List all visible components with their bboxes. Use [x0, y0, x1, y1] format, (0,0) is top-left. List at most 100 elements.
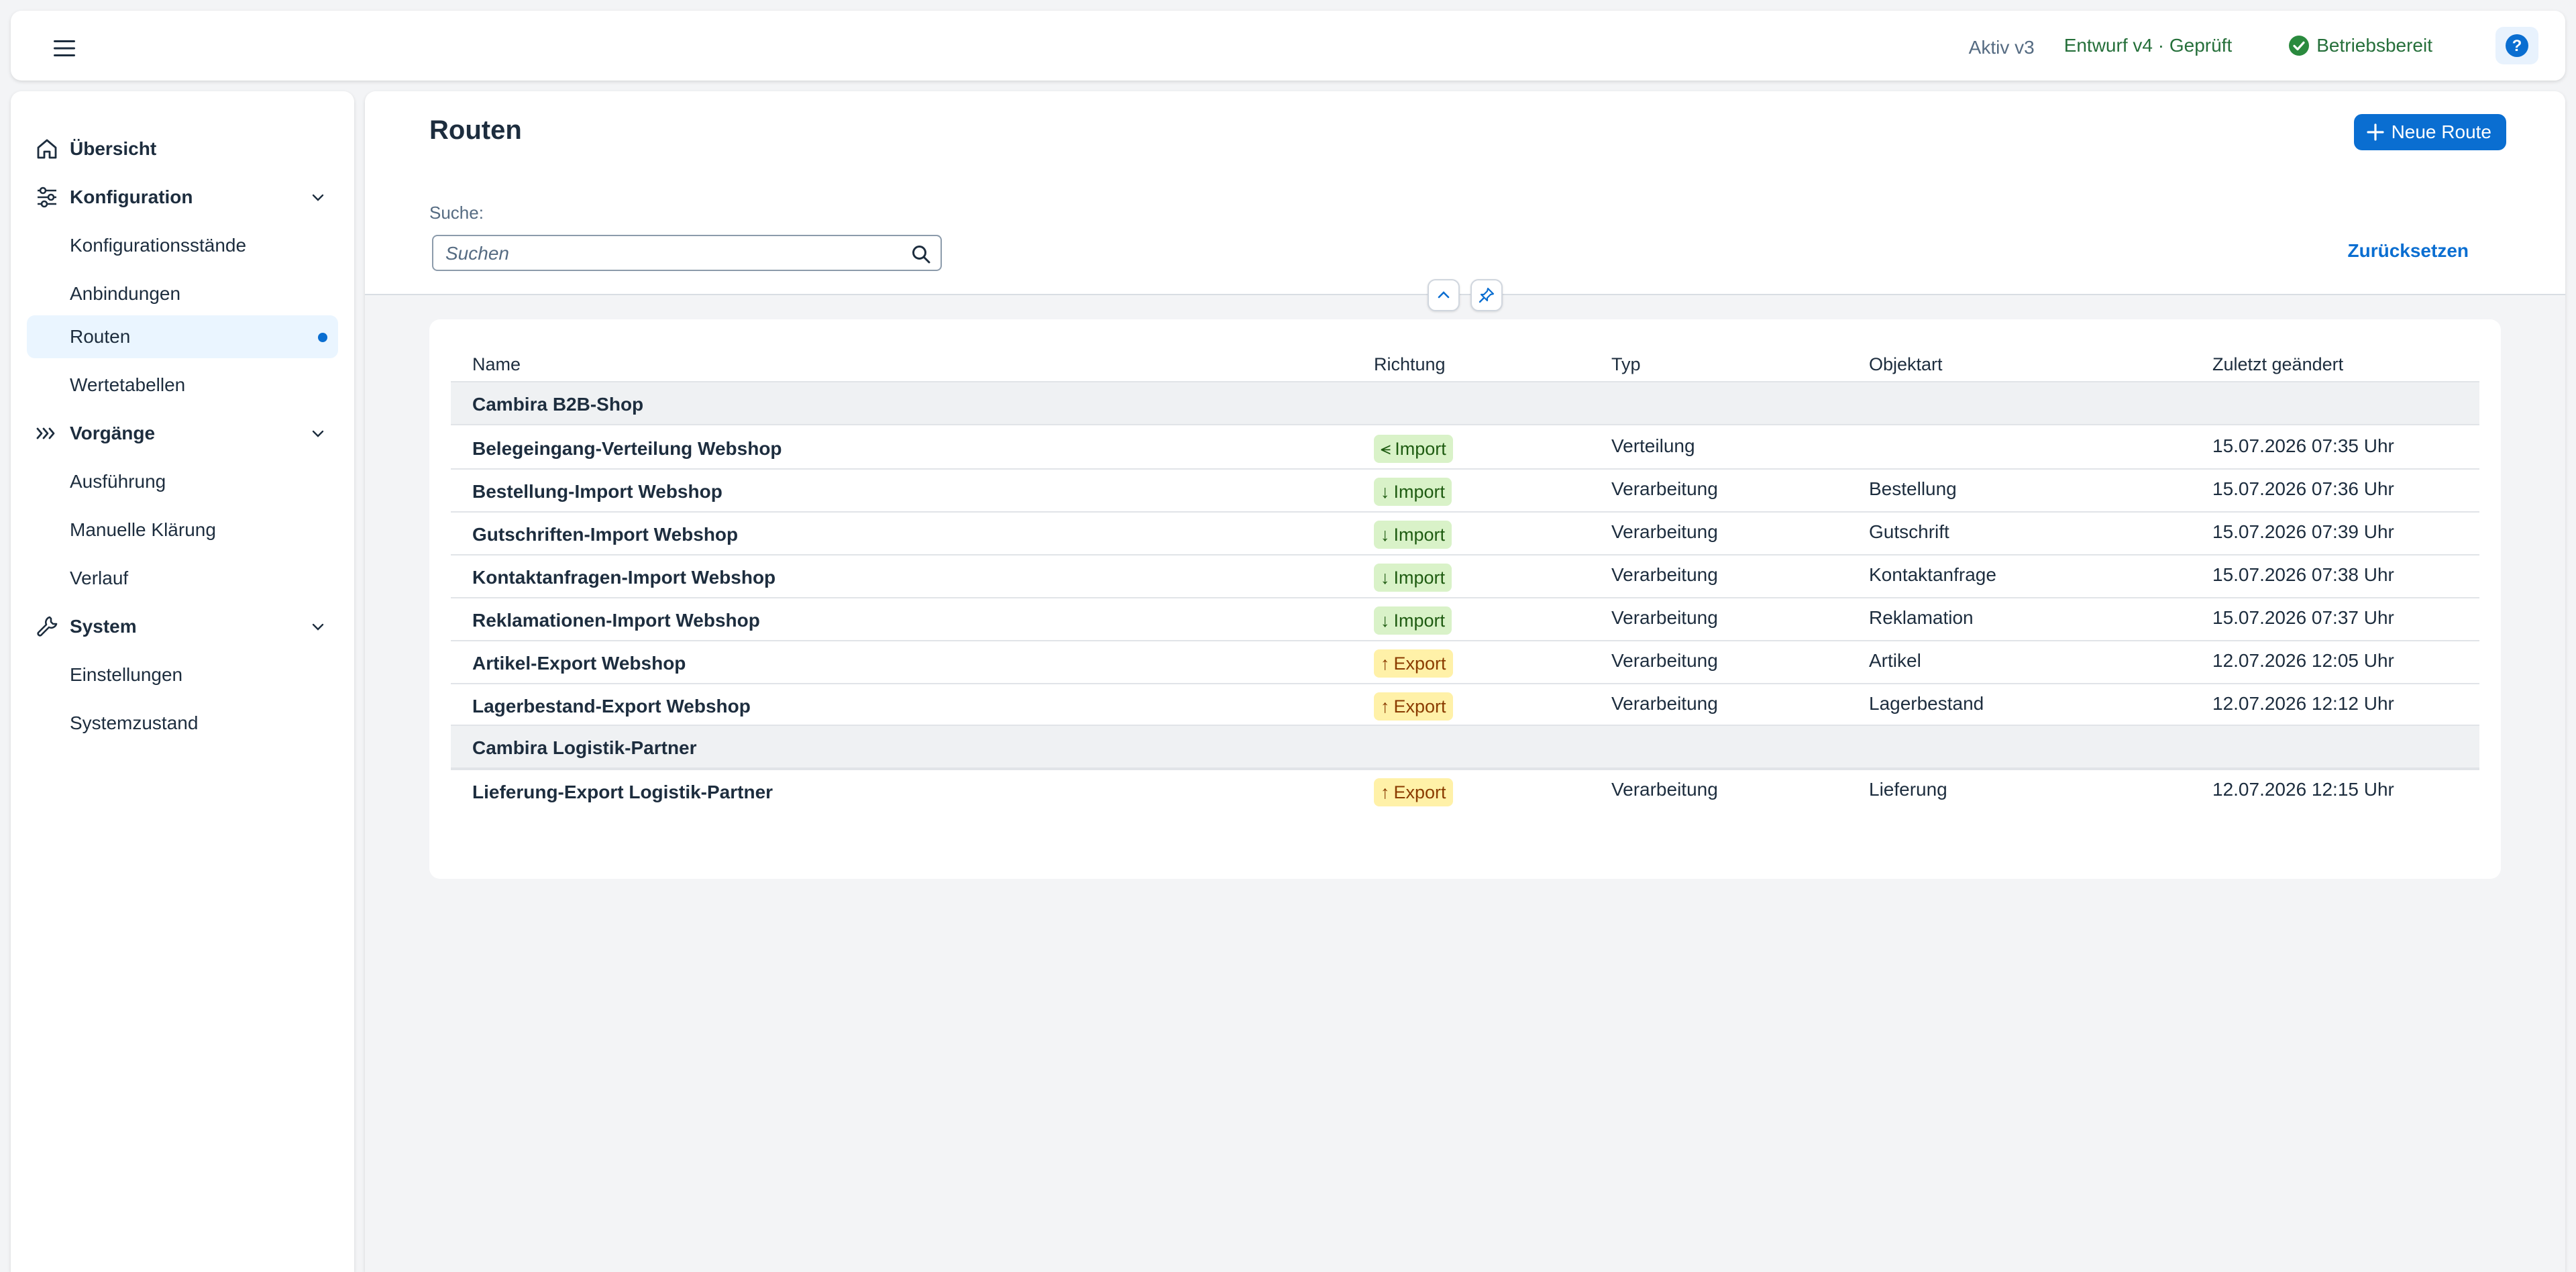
nav-label: Konfigurationsstände [70, 235, 247, 256]
table-row[interactable]: Belegeingang-Verteilung Webshop ⪪ Import Ve… [451, 427, 2479, 470]
route-name: Kontaktanfragen-Import Webshop [472, 567, 776, 588]
column-header-type[interactable]: Typ [1611, 354, 1641, 375]
object-type: Bestellung [1869, 478, 1957, 499]
nav-label: Einstellungen [70, 664, 183, 685]
arrow-down-icon: ↓ [1381, 610, 1390, 631]
direction-badge: ↓ Import [1374, 478, 1452, 506]
table-row[interactable]: Kontaktanfragen-Import Webshop ↓ Import Ver… [451, 555, 2479, 598]
direction-label: Import [1393, 524, 1446, 545]
last-changed: 12.07.2026 12:15 Uhr [2212, 779, 2394, 800]
direction-label: Export [1393, 653, 1446, 674]
table-row[interactable]: Gutschriften-Import Webshop ↓ Import Verarb… [451, 513, 2479, 555]
table-row[interactable]: Reklamationen-Import Webshop ↓ Import Verar… [451, 598, 2479, 641]
nav-item-konfigurationsstaende[interactable]: Konfigurationsstände [27, 224, 338, 267]
nav-item-uebersicht[interactable]: Übersicht [27, 127, 338, 170]
direction-badge: ↑Export [1374, 692, 1453, 721]
shell-status-area: Aktiv v3 Entwurf v4 · Geprüft Betriebsbe… [1969, 25, 2538, 66]
search-label: Suche: [429, 203, 484, 223]
chevron-down-icon[interactable] [310, 425, 326, 441]
selected-indicator [318, 333, 327, 342]
help-button[interactable]: ? [2496, 27, 2538, 64]
object-type: Kontaktanfrage [1869, 564, 1996, 585]
route-name: Lieferung-Export Logistik-Partner [472, 782, 773, 802]
process-icon [36, 427, 55, 439]
search-icon[interactable] [911, 244, 931, 264]
draft-version[interactable]: Entwurf v4 · Geprüft [2064, 35, 2233, 56]
direction-label: Import [1395, 438, 1446, 459]
check-circle-icon [2289, 36, 2310, 56]
route-name: Lagerbestand-Export Webshop [472, 696, 751, 717]
nav-item-systemzustand[interactable]: Systemzustand [27, 702, 338, 745]
nav-label: Konfiguration [70, 187, 193, 207]
last-changed: 15.07.2026 07:36 Uhr [2212, 478, 2394, 499]
route-type: Verarbeitung [1611, 693, 1718, 714]
direction-label: Import [1393, 481, 1446, 502]
chevron-up-icon [1438, 291, 1450, 299]
arrow-up-icon: ↑ [1381, 696, 1390, 717]
nav-label: Routen [70, 326, 131, 347]
nav-label: Verlauf [70, 568, 129, 588]
nav-item-vorgaenge[interactable]: Vorgänge [27, 412, 338, 455]
nav-item-verlauf[interactable]: Verlauf [27, 557, 338, 600]
nav-item-routen[interactable]: Routen [27, 315, 338, 358]
table-row[interactable]: Lagerbestand-Export Webshop ↑ Export Verarb… [451, 684, 2479, 727]
nav-item-system[interactable]: System [27, 605, 338, 648]
status-text: Betriebsbereit [2316, 35, 2432, 56]
wrench-icon [37, 616, 58, 637]
column-header-changed[interactable]: Zuletzt geändert [2212, 354, 2343, 375]
group-header-row[interactable]: Cambira Logistik-Partner [451, 725, 2479, 769]
route-type: Verarbeitung [1611, 564, 1718, 585]
last-changed: 15.07.2026 07:35 Uhr [2212, 435, 2394, 456]
page-title: Routen [429, 115, 522, 145]
new-route-button[interactable]: Neue Route [2353, 114, 2506, 150]
arrow-down-icon: ↓ [1381, 524, 1390, 545]
routes-table: Name Richtung Typ Objektart Zuletzt geän… [429, 319, 2501, 879]
column-header-name[interactable]: Name [472, 354, 521, 375]
column-header-direction[interactable]: Richtung [1374, 354, 1446, 375]
nav-item-manuelle-klaerung[interactable]: Manuelle Klärung [27, 509, 338, 551]
route-type: Verteilung [1611, 435, 1695, 456]
nav-item-wertetabellen[interactable]: Wertetabellen [27, 364, 338, 407]
column-header-object[interactable]: Objektart [1869, 354, 1943, 375]
nav-label: Wertetabellen [70, 374, 186, 395]
last-changed: 15.07.2026 07:39 Uhr [2212, 521, 2394, 542]
direction-label: Import [1393, 610, 1446, 631]
route-type: Verarbeitung [1611, 650, 1718, 671]
arrow-down-icon: ↓ [1381, 567, 1390, 588]
nav-item-ausfuehrung[interactable]: Ausführung [27, 460, 338, 503]
chevron-down-icon[interactable] [310, 619, 326, 635]
object-type: Gutschrift [1869, 521, 1949, 542]
object-type: Lieferung [1869, 779, 1947, 800]
group-header-row[interactable]: Cambira B2B-Shop [451, 381, 2479, 425]
direction-badge: ↑Export [1374, 649, 1453, 678]
pin-header-button[interactable] [1470, 279, 1503, 311]
collapse-header-button[interactable] [1428, 279, 1460, 311]
table-row[interactable]: Bestellung-Import Webshop ↓ Import Verarbei… [451, 470, 2479, 513]
menu-button[interactable] [44, 35, 85, 62]
sliders-icon [38, 187, 56, 208]
pin-icon [1479, 287, 1495, 303]
chevron-down-icon[interactable] [310, 189, 326, 205]
nav-label: Ausführung [70, 471, 166, 492]
route-name: Gutschriften-Import Webshop [472, 524, 739, 545]
table-row[interactable]: Lieferung-Export Logistik-Partner ↑ Export… [451, 770, 2479, 813]
last-changed: 12.07.2026 12:12 Uhr [2212, 693, 2394, 714]
status-indicator[interactable]: Betriebsbereit [2288, 35, 2432, 56]
shell-bar: Aktiv v3 Entwurf v4 · Geprüft Betriebsbe… [11, 11, 2565, 81]
search-field[interactable] [432, 235, 942, 271]
reset-button[interactable]: Zurücksetzen [2348, 240, 2469, 262]
group-title: Cambira B2B-Shop [472, 394, 644, 415]
main-content: Routen Neue Route Suche: Zurücksetzen [365, 91, 2565, 1272]
nav-label: Anbindungen [70, 283, 181, 304]
search-input[interactable] [445, 242, 888, 266]
route-name: Bestellung-Import Webshop [472, 481, 722, 502]
active-version[interactable]: Aktiv v3 [1969, 37, 2035, 58]
table-row[interactable]: Artikel-Export Webshop ↑ Export Verarbeitun… [451, 641, 2479, 684]
nav-item-einstellungen[interactable]: Einstellungen [27, 653, 338, 696]
direction-badge: ↑Export [1374, 778, 1453, 806]
nav-item-konfiguration[interactable]: Konfiguration [27, 176, 338, 219]
object-type: Reklamation [1869, 607, 1974, 628]
filter-header: Routen Neue Route Suche: Zurücksetzen [365, 91, 2565, 295]
nav-item-anbindungen[interactable]: Anbindungen [27, 272, 338, 315]
route-type: Verarbeitung [1611, 779, 1718, 800]
